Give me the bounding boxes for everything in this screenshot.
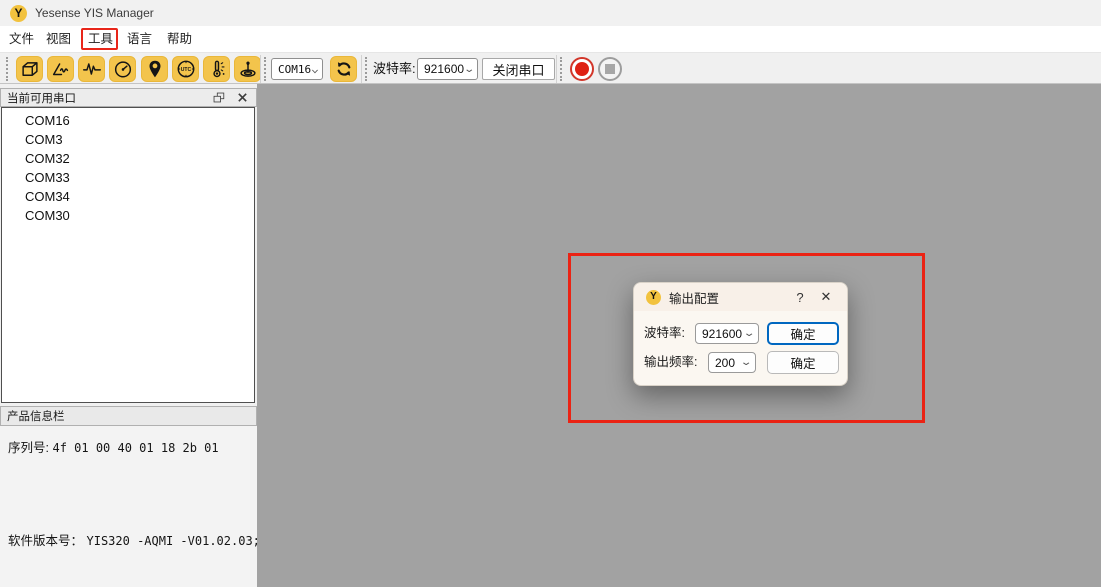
gauge-icon[interactable] (109, 56, 136, 82)
toolbar-grip[interactable] (365, 57, 367, 81)
serial-number-label: 序列号: (8, 441, 49, 455)
dialog-baud-select[interactable]: 921600 ⌄ (695, 323, 759, 344)
dialog-title-bar: Y 输出配置 ? ✕ (634, 283, 847, 311)
menu-item-view[interactable]: 视图 (46, 26, 71, 52)
chevron-down-icon: ⌄ (463, 64, 475, 75)
baud-rate-label: 波特率: (373, 53, 416, 85)
record-button[interactable] (570, 57, 594, 81)
dialog-logo-icon: Y (646, 290, 661, 305)
toolbar-separator (556, 55, 557, 83)
list-item-port[interactable]: COM3 (2, 130, 254, 149)
serial-number-row: 序列号: 4f 01 00 40 01 18 2b 01 (8, 437, 219, 456)
waveform-icon[interactable] (78, 56, 105, 82)
menu-item-file[interactable]: 文件 (9, 26, 34, 52)
ports-panel-header: 当前可用串口 (0, 88, 257, 107)
window-title: Yesense YIS Manager (35, 6, 154, 20)
software-version-row: 软件版本号： YIS320 -AQMI -V01.02.03; (8, 530, 260, 549)
menu-item-help[interactable]: 帮助 (167, 26, 192, 52)
list-item-port[interactable]: COM16 (2, 111, 254, 130)
dialog-close-button[interactable]: ✕ (817, 289, 835, 305)
thermometer-icon[interactable] (203, 56, 230, 82)
refresh-ports-button[interactable] (330, 56, 357, 82)
dialog-frequency-ok-button[interactable]: 确定 (767, 351, 839, 374)
product-info-header: 产品信息栏 (0, 406, 257, 426)
chevron-down-icon: ⌄ (743, 328, 756, 339)
stop-button[interactable] (598, 57, 622, 81)
ports-panel-title: 当前可用串口 (7, 90, 76, 106)
baud-rate-select[interactable]: 921600 ⌄ (417, 58, 478, 80)
angle-waveform-icon[interactable] (47, 56, 74, 82)
stop-icon (605, 64, 615, 74)
toolbar-grip[interactable] (264, 57, 266, 81)
record-icon (575, 62, 589, 76)
product-info-title: 产品信息栏 (7, 408, 65, 424)
dialog-help-button[interactable]: ? (791, 290, 809, 305)
dialog-title: 输出配置 (669, 288, 719, 307)
refresh-sync-icon (333, 58, 355, 80)
dialog-baud-label: 波特率: (644, 323, 685, 344)
software-version-value: YIS320 -AQMI -V01.02.03; (87, 534, 260, 548)
baud-rate-value: 921600 (424, 62, 464, 76)
chevron-down-icon: ⌄ (740, 357, 753, 368)
utc-clock-icon[interactable]: UTC (172, 56, 199, 82)
app-window: Y Yesense YIS Manager 文件 视图 工具 语言 帮助 (0, 0, 1101, 587)
port-select[interactable]: COM16 ⌄ (271, 58, 323, 80)
close-serial-port-button[interactable]: 关闭串口 (482, 58, 555, 80)
close-icon[interactable] (234, 91, 250, 105)
dialog-baud-value: 921600 (702, 327, 742, 341)
toolbar-grip[interactable] (6, 57, 8, 81)
product-info-area: 序列号: 4f 01 00 40 01 18 2b 01 软件版本号： YIS3… (0, 426, 257, 587)
port-select-value: COM16 (278, 63, 311, 76)
list-item-port[interactable]: COM30 (2, 206, 254, 225)
software-version-label: 软件版本号： (8, 534, 83, 548)
dialog-frequency-label: 输出频率: (644, 352, 697, 373)
dialog-frequency-select[interactable]: 200 ⌄ (708, 352, 756, 373)
toolbar-separator (361, 55, 362, 83)
cube-3d-icon[interactable] (16, 56, 43, 82)
toolbar-grip[interactable] (560, 57, 562, 81)
list-item-port[interactable]: COM32 (2, 149, 254, 168)
output-config-dialog: Y 输出配置 ? ✕ 波特率: 921600 ⌄ 确定 输出频率: 200 ⌄ … (633, 282, 848, 386)
toolbar: UTC COM16 ⌄ 波 (0, 52, 1101, 84)
menu-bar: 文件 视图 工具 语言 帮助 (0, 26, 1101, 52)
chevron-down-icon: ⌄ (311, 64, 319, 75)
dialog-frequency-value: 200 (715, 356, 735, 370)
available-ports-list[interactable]: COM16 COM3 COM32 COM33 COM34 COM30 (1, 107, 255, 403)
title-bar: Y Yesense YIS Manager (0, 0, 1101, 26)
app-logo-icon: Y (10, 5, 27, 22)
list-item-port[interactable]: COM33 (2, 168, 254, 187)
attitude-gyro-icon[interactable] (234, 56, 261, 82)
left-dock-panel: 当前可用串口 COM16 COM3 COM32 COM33 COM34 COM3… (0, 84, 257, 587)
svg-text:UTC: UTC (180, 67, 191, 73)
dialog-baud-ok-button[interactable]: 确定 (767, 322, 839, 345)
serial-number-value: 4f 01 00 40 01 18 2b 01 (52, 441, 218, 455)
menu-item-language[interactable]: 语言 (127, 26, 152, 52)
menu-item-tools[interactable]: 工具 (88, 26, 113, 52)
toolbar-separator (260, 55, 261, 83)
location-pin-icon[interactable] (141, 56, 168, 82)
list-item-port[interactable]: COM34 (2, 187, 254, 206)
float-window-icon[interactable] (210, 91, 226, 105)
